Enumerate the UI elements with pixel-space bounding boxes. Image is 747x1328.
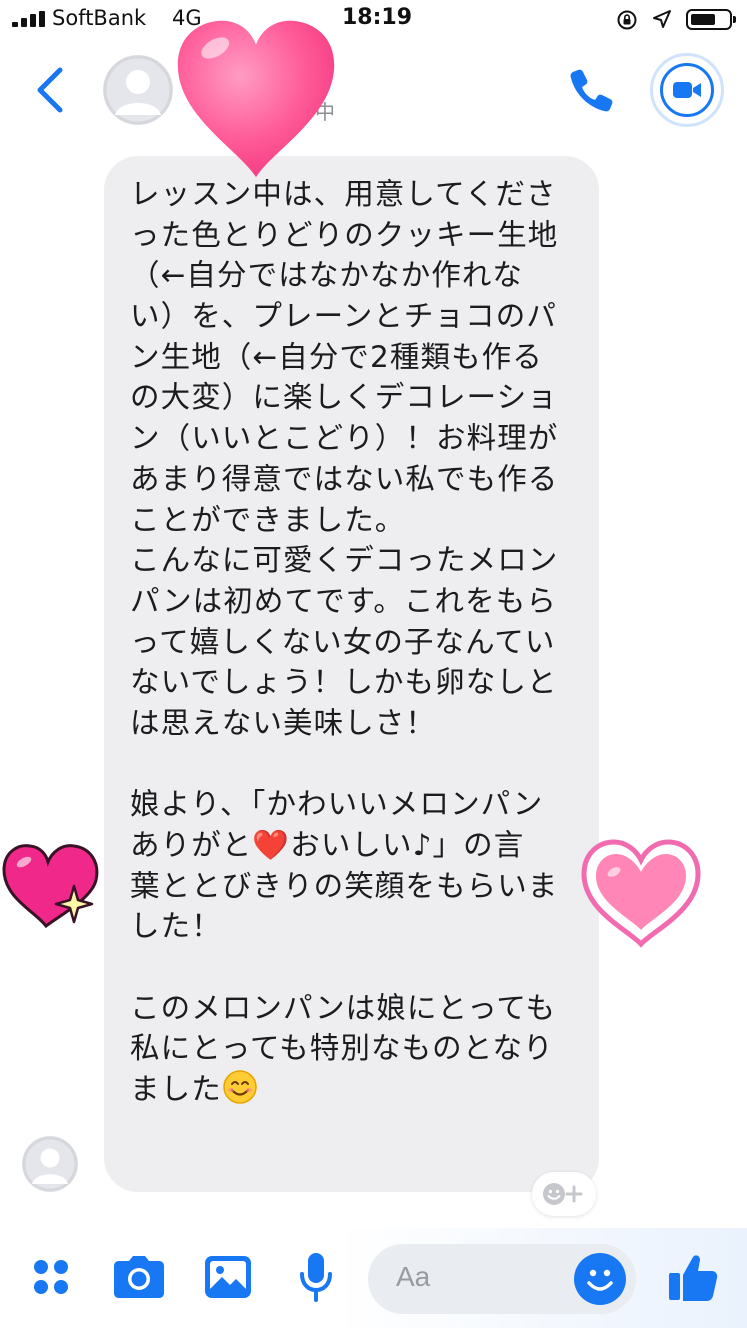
message-line: ないでしょう！しかも卵なしと <box>130 665 558 700</box>
message-line: ン生地（←自分で2種類も作る <box>130 339 543 374</box>
emoji-icon <box>587 1269 613 1291</box>
back-icon[interactable] <box>28 62 72 118</box>
add-reaction-icon <box>543 1183 583 1205</box>
status-time: 18:19 <box>342 5 413 30</box>
message-bubble[interactable]: レッスン中は、用意してくださ った色とりどりのクッキー生地 （←自分ではなかなか… <box>104 156 599 1192</box>
location-icon <box>653 10 671 28</box>
sender-avatar[interactable] <box>22 1136 78 1192</box>
message-line: こんなに可愛くデコったメロン <box>130 543 559 578</box>
microphone-button[interactable] <box>289 1250 343 1304</box>
carrier-name: SoftBank <box>52 6 147 30</box>
status-bar: SoftBank 4G 18:19 <box>0 0 747 40</box>
message-line: 葉ととびきりの笑顔をもらいま <box>130 868 559 903</box>
video-camera-icon <box>673 82 701 98</box>
message-line: は思えない美味しさ！ <box>130 705 437 740</box>
message-input-placeholder: Aa <box>396 1261 431 1292</box>
thumbs-up-button[interactable] <box>666 1250 720 1304</box>
menu-dots-icon <box>34 1260 68 1294</box>
message-line: パンは初めてです。これをもら <box>130 583 557 618</box>
default-avatar-icon <box>103 55 173 125</box>
gallery-icon <box>205 1256 251 1298</box>
battery-icon <box>686 9 736 30</box>
message-line: った色とりどりのクッキー生地 <box>130 217 559 252</box>
gallery-button[interactable] <box>201 1250 255 1304</box>
smiling-face-emoji <box>223 1070 257 1104</box>
thumbs-up-icon <box>669 1255 718 1301</box>
microphone-icon <box>300 1253 332 1302</box>
message-composer: Aa <box>0 1228 747 1328</box>
outlined-heart-sticker <box>581 839 701 948</box>
contact-avatar[interactable] <box>103 55 173 125</box>
pink-heart-sticker <box>177 20 335 178</box>
signal-icon <box>12 11 45 27</box>
heart-sparkle-sticker <box>2 844 99 929</box>
message-line: 私にとっても特別なものとなり <box>130 1031 554 1066</box>
emoji-button[interactable] <box>574 1253 626 1305</box>
default-avatar-icon <box>22 1136 78 1192</box>
message-line: （←自分ではなかなか作れな <box>130 258 524 293</box>
message-line: あまり得意ではない私でも作る <box>130 461 559 496</box>
camera-button[interactable] <box>112 1250 166 1304</box>
message-last-line: ました <box>130 1069 573 1110</box>
message-line: ことができました。 <box>130 502 406 537</box>
add-reaction-button[interactable] <box>532 1172 596 1216</box>
chat-header: 中 <box>0 40 747 140</box>
message-line: 娘より、「かわいいメロンパン <box>130 787 544 822</box>
camera-icon <box>114 1256 164 1298</box>
message-line-text: ました <box>130 1072 222 1107</box>
orientation-lock-icon <box>617 10 637 30</box>
more-actions-button[interactable] <box>24 1250 78 1304</box>
message-line: の大変）に楽しくデコレーショ <box>130 380 558 415</box>
phone-icon[interactable] <box>566 64 618 116</box>
message-line: って嬉しくない女の子なんてい <box>130 624 556 659</box>
message-line: ありがと❤️おいしい♪」の言 <box>130 828 525 862</box>
message-line: した！ <box>130 909 222 944</box>
message-line: い）を、プレーンとチョコのパ <box>130 299 557 334</box>
message-line: このメロンパンは娘にとっても <box>130 990 557 1025</box>
message-input[interactable]: Aa <box>368 1244 636 1314</box>
video-call-button[interactable] <box>650 53 724 127</box>
message-line: ン（いいとこどり）！お料理が <box>130 421 559 456</box>
